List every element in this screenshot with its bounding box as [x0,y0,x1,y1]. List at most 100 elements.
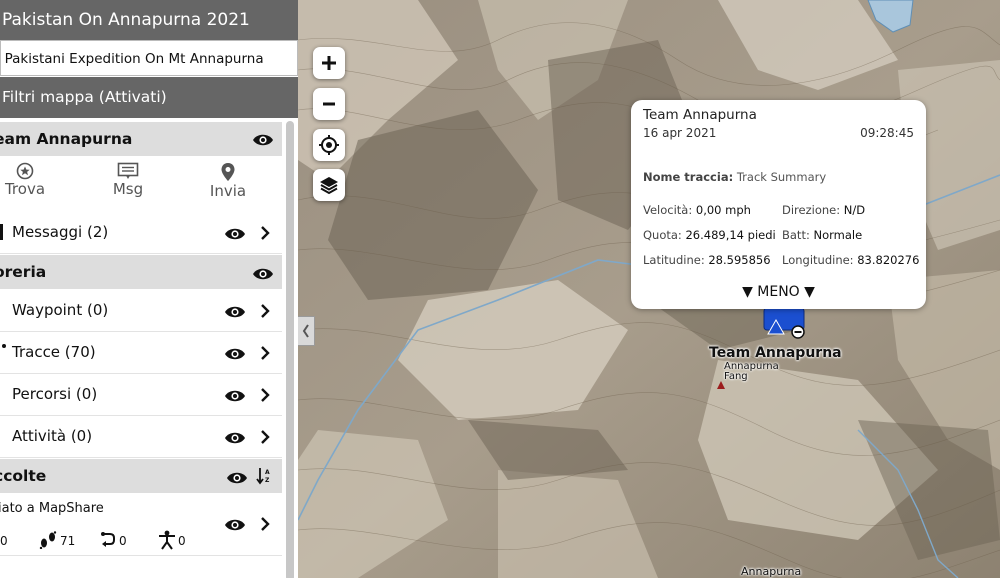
route-icon [101,532,115,547]
collections-section-header[interactable]: ccolte A Z [0,459,282,493]
latitude-row: Latitudine: 28.595856 [643,253,771,267]
longitude-row: Longitudine: 83.820276 [782,253,919,267]
collection-item-label: iato a MapShare [0,501,104,516]
eye-icon[interactable] [226,471,248,485]
show-less-button[interactable]: ▼ MENO ▼ [631,284,926,300]
battery-label: Batt: [782,228,810,242]
peak-label-line2: Fang [724,371,748,382]
sidebar: Pakistan On Annapurna 2021 t Pakistani E… [0,0,298,578]
map-filter-label: Filtri mappa (Attivati) [2,88,167,106]
library-item-activities[interactable]: Attività (0) [0,415,282,458]
chevron-right-icon[interactable] [259,387,271,403]
latitude-label: Latitudine: [643,253,705,267]
speed-value: 0,00 mph [695,203,751,217]
team-marker-icon[interactable] [760,306,808,342]
eye-icon[interactable] [224,389,246,403]
svg-text:A: A [265,469,270,476]
track-name-value: Track Summary [736,170,827,184]
direction-value: N/D [843,203,866,217]
map-subtitle-bar: t Pakistani Expedition On Mt Annapurna [0,40,298,76]
battery-value: Normale [813,228,863,242]
longitude-value: 83.820276 [857,253,920,267]
sort-icon[interactable]: A Z [256,467,272,485]
track-point-popup: Team Annapurna 16 apr 2021 09:28:45 Nome… [631,100,926,309]
eye-icon[interactable] [224,431,246,445]
layers-button[interactable] [313,169,345,201]
minus-icon [323,102,335,106]
tab-send-label: Invia [209,182,247,200]
team-map-label: Team Annapurna [709,345,842,361]
chevron-right-icon[interactable] [259,429,271,445]
layers-icon [320,177,338,195]
message-icon [117,162,139,179]
zoom-in-button[interactable] [313,47,345,79]
chevron-left-icon [302,324,309,338]
eye-icon[interactable] [224,518,246,532]
track-name-label: Nome traccia: [643,170,734,184]
altitude-value: 26.489,14 piedi [685,228,776,242]
library-item-routes[interactable]: Percorsi (0) [0,373,282,416]
collections-section-title: ccolte [0,467,47,485]
latitude-value: 28.595856 [708,253,771,267]
popup-date: 16 apr 2021 [643,126,717,140]
tab-messages-label: Msg [112,180,144,198]
longitude-label: Longitudine: [782,253,854,267]
plus-icon [322,56,336,70]
sidebar-collapse-handle[interactable] [298,316,315,346]
library-item-waypoints[interactable]: Waypoint (0) [0,289,282,332]
chevron-right-icon[interactable] [259,516,271,532]
library-item-tracks[interactable]: Tracce (70) [0,331,282,374]
sidebar-scrollbar-thumb[interactable] [286,121,294,578]
waypoints-label: Waypoint (0) [12,301,109,319]
eye-icon[interactable] [224,227,246,241]
tab-send[interactable]: Invia [203,162,253,200]
map-title: Pakistan On Annapurna 2021 [2,10,250,30]
waypoint-count: 0 [0,534,8,548]
tracks-label: Tracce (70) [12,343,96,361]
library-section-title: oreria [0,263,47,281]
map-filter-button[interactable]: Filtri mappa (Attivati) [0,77,298,118]
tab-find[interactable]: Trova [0,162,50,198]
popup-time: 09:28:45 [860,126,914,140]
track-count: 71 [60,534,76,548]
messages-bar-icon [0,224,3,240]
track-name-row: Nome traccia: Track Summary [643,170,826,184]
speed-row: Velocità: 0,00 mph [643,203,751,217]
messages-label: Messaggi (2) [12,223,109,241]
activity-person-icon [159,530,175,550]
altitude-label: Quota: [643,228,682,242]
route-count: 0 [119,534,127,548]
popup-title: Team Annapurna [643,107,757,123]
zoom-out-button[interactable] [313,88,345,120]
activities-label: Attività (0) [12,427,93,445]
speed-label: Velocità: [643,203,693,217]
eye-icon[interactable] [252,133,274,147]
library-section-header[interactable]: oreria [0,255,282,289]
map-subtitle: t Pakistani Expedition On Mt Annapurna [0,51,264,67]
team-section-title: eam Annapurna [0,130,133,148]
crosshair-icon [319,135,339,155]
map-title-bar: Pakistan On Annapurna 2021 [0,0,298,40]
direction-label: Direzione: [782,203,841,217]
battery-row: Batt: Normale [782,228,862,242]
chevron-right-icon[interactable] [259,345,271,361]
altitude-row: Quota: 26.489,14 piedi [643,228,776,242]
star-circle-icon [16,162,34,180]
activity-count: 0 [178,534,186,548]
direction-row: Direzione: N/D [782,203,865,217]
location-pin-icon [221,163,235,181]
chevron-right-icon[interactable] [259,225,271,241]
eye-icon[interactable] [224,305,246,319]
messages-row[interactable]: Messaggi (2) [0,211,282,254]
bottom-map-label: Annapurna [741,565,802,578]
chevron-right-icon[interactable] [259,303,271,319]
team-section-header[interactable]: eam Annapurna [0,122,282,156]
routes-label: Percorsi (0) [12,385,98,403]
tab-find-label: Trova [4,180,46,198]
track-dot-icon [2,344,6,348]
tab-messages[interactable]: Msg [103,162,153,198]
eye-icon[interactable] [224,347,246,361]
peak-triangle-icon [717,381,725,389]
eye-icon[interactable] [252,267,274,281]
locate-button[interactable] [313,129,345,161]
